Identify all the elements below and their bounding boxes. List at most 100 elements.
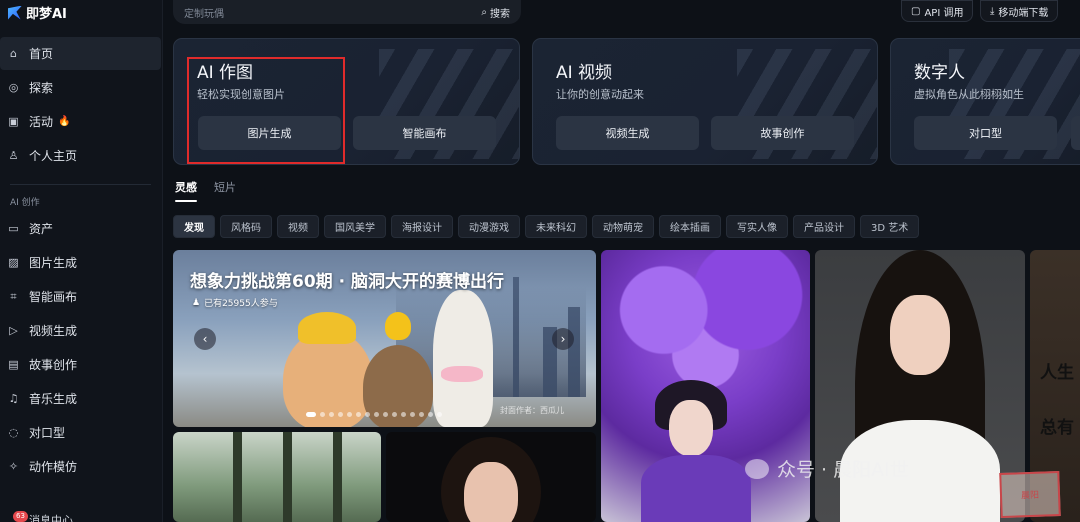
image-gen-button[interactable]: 图片生成 [198,116,341,150]
pink-bow [441,366,483,382]
lip-sync-icon: ◌ [8,426,19,439]
figure-robe [641,455,751,522]
carousel-dot[interactable] [419,412,424,417]
chip-discover[interactable]: 发现 [173,215,215,238]
sidebar-item-lip-sync[interactable]: ◌ 对口型 [0,416,161,449]
next-arrow-icon[interactable]: › [552,328,574,350]
search-icon: ⌕ [481,6,487,18]
sidebar-item-profile[interactable]: ♙ 个人主页 [0,139,161,172]
app-logo[interactable]: 即梦AI [8,3,67,22]
challenge-banner[interactable]: 想象力挑战第60期 · 脑洞大开的赛博出行 ♟ 已有25955人参与 ‹ › 封… [173,250,596,427]
seal-stamp: 晨阳 [999,470,1061,519]
video-gen-button[interactable]: 视频生成 [556,116,699,150]
canvas-icon: ⌗ [10,289,17,303]
carousel-dot[interactable] [306,412,316,417]
yellow-hat [298,312,356,344]
card-digital-human: 数字人 虚拟角色从此栩栩如生 对口型 [890,38,1080,165]
card-title: 数字人 [914,63,965,83]
image-icon: ▨ [8,256,19,269]
chip-scifi[interactable]: 未来科幻 [525,215,587,238]
watermark: 众号 · 晨阳AI世 [745,455,909,482]
carousel-dot[interactable] [365,412,370,417]
chip-style-code[interactable]: 风格码 [220,215,272,238]
card-title: AI 视频 [556,63,613,83]
story-icon: ▤ [8,358,19,371]
sidebar-item-music[interactable]: ♫ 音乐生成 [0,382,161,415]
figure-face [890,295,950,375]
tree-trunk [333,432,342,522]
lip-sync-button[interactable]: 对口型 [914,116,1057,150]
wechat-icon [745,458,769,479]
alpaca-illustration [433,290,493,427]
carousel-dot[interactable] [356,412,361,417]
card-subtitle: 让你的创意动起来 [556,88,644,101]
sidebar-item-image-gen[interactable]: ▨ 图片生成 [0,246,161,279]
tab-inspiration[interactable]: 灵感 [175,179,197,202]
carousel-dot[interactable] [374,412,379,417]
tab-shorts[interactable]: 短片 [214,179,236,195]
chip-video[interactable]: 视频 [277,215,319,238]
banner-title: 想象力挑战第60期 · 脑洞大开的赛博出行 [190,272,504,292]
duck-illustration [385,312,411,340]
chip-poster[interactable]: 海报设计 [391,215,453,238]
chip-pets[interactable]: 动物萌宠 [592,215,654,238]
prev-arrow-icon[interactable]: ‹ [194,328,216,350]
chip-anime[interactable]: 动漫游戏 [458,215,520,238]
compass-icon: ◎ [8,81,19,94]
card-ai-video: AI 视频 让你的创意动起来 视频生成 故事创作 [532,38,878,165]
sidebar-item-messages[interactable]: 消息中心 [29,512,73,522]
search-input[interactable]: 定制玩偶 [184,5,481,20]
download-button[interactable]: ⤓ 移动端下载 [980,0,1059,22]
wisteria-tree [601,250,810,400]
chip-portrait[interactable]: 写实人像 [726,215,788,238]
category-chips: 发现 风格码 视频 国风美学 海报设计 动漫游戏 未来科幻 动物萌宠 绘本插画 … [173,215,920,238]
banner-participants: ♟ 已有25955人参与 [192,297,278,310]
sidebar-item-assets[interactable]: ▭ 资产 [0,212,161,245]
carousel-dot[interactable] [383,412,388,417]
card-extra-button[interactable] [1071,116,1080,150]
sidebar-item-home[interactable]: ⌂ 首页 [0,37,161,70]
sidebar-item-canvas[interactable]: ⌗ 智能画布 [0,280,161,313]
sidebar-item-explore[interactable]: ◎ 探索 [0,71,161,104]
story-button[interactable]: 故事创作 [711,116,854,150]
carousel-dot[interactable] [401,412,406,417]
banner-credit: 封面作者：西瓜儿 [500,406,564,415]
chip-product[interactable]: 产品设计 [793,215,855,238]
sidebar-item-motion[interactable]: ✧ 动作模仿 [0,450,161,483]
figure-face [464,462,518,522]
search-bar[interactable]: 定制玩偶 ⌕ 搜索 [173,0,521,24]
carousel-dot[interactable] [329,412,334,417]
chip-3d-art[interactable]: 3D 艺术 [860,215,920,238]
carousel-dot[interactable] [347,412,352,417]
carousel-dots[interactable] [306,412,442,417]
tree-trunk [233,432,242,522]
card-title: AI 作图 [197,63,254,83]
sidebar-item-video-gen[interactable]: ▷ 视频生成 [0,314,161,347]
chip-illustration[interactable]: 绘本插画 [659,215,721,238]
card-subtitle: 虚拟角色从此栩栩如生 [914,88,1024,101]
search-button[interactable]: ⌕ 搜索 [481,5,510,20]
carousel-dot[interactable] [410,412,415,417]
gift-icon: ▣ [8,115,19,128]
fire-icon: 🔥 [58,116,71,127]
chip-guofeng[interactable]: 国风美学 [324,215,386,238]
sidebar-divider [10,184,151,185]
home-icon: ⌂ [10,47,17,60]
gallery-image-girl[interactable] [386,432,596,522]
folder-icon: ▭ [8,222,19,235]
sidebar-item-story[interactable]: ▤ 故事创作 [0,348,161,381]
canvas-button[interactable]: 智能画布 [353,116,496,150]
tree-trunk [283,432,292,522]
sidebar-item-events[interactable]: ▣ 活动 🔥 [0,105,161,138]
sidebar: 即梦AI ⌂ 首页 ◎ 探索 ▣ 活动 🔥 ♙ 个人主页 AI 创作 ▭ 资产 … [0,0,163,522]
carousel-dot[interactable] [320,412,325,417]
api-button[interactable]: ▢ API 调用 [901,0,974,22]
gallery-image-forest[interactable] [173,432,381,522]
video-icon: ▷ [9,324,18,337]
carousel-dot[interactable] [338,412,343,417]
carousel-dot[interactable] [392,412,397,417]
logo-icon [8,5,22,20]
card-ai-image: AI 作图 轻松实现创意图片 图片生成 智能画布 [173,38,520,165]
carousel-dot[interactable] [437,412,442,417]
carousel-dot[interactable] [428,412,433,417]
